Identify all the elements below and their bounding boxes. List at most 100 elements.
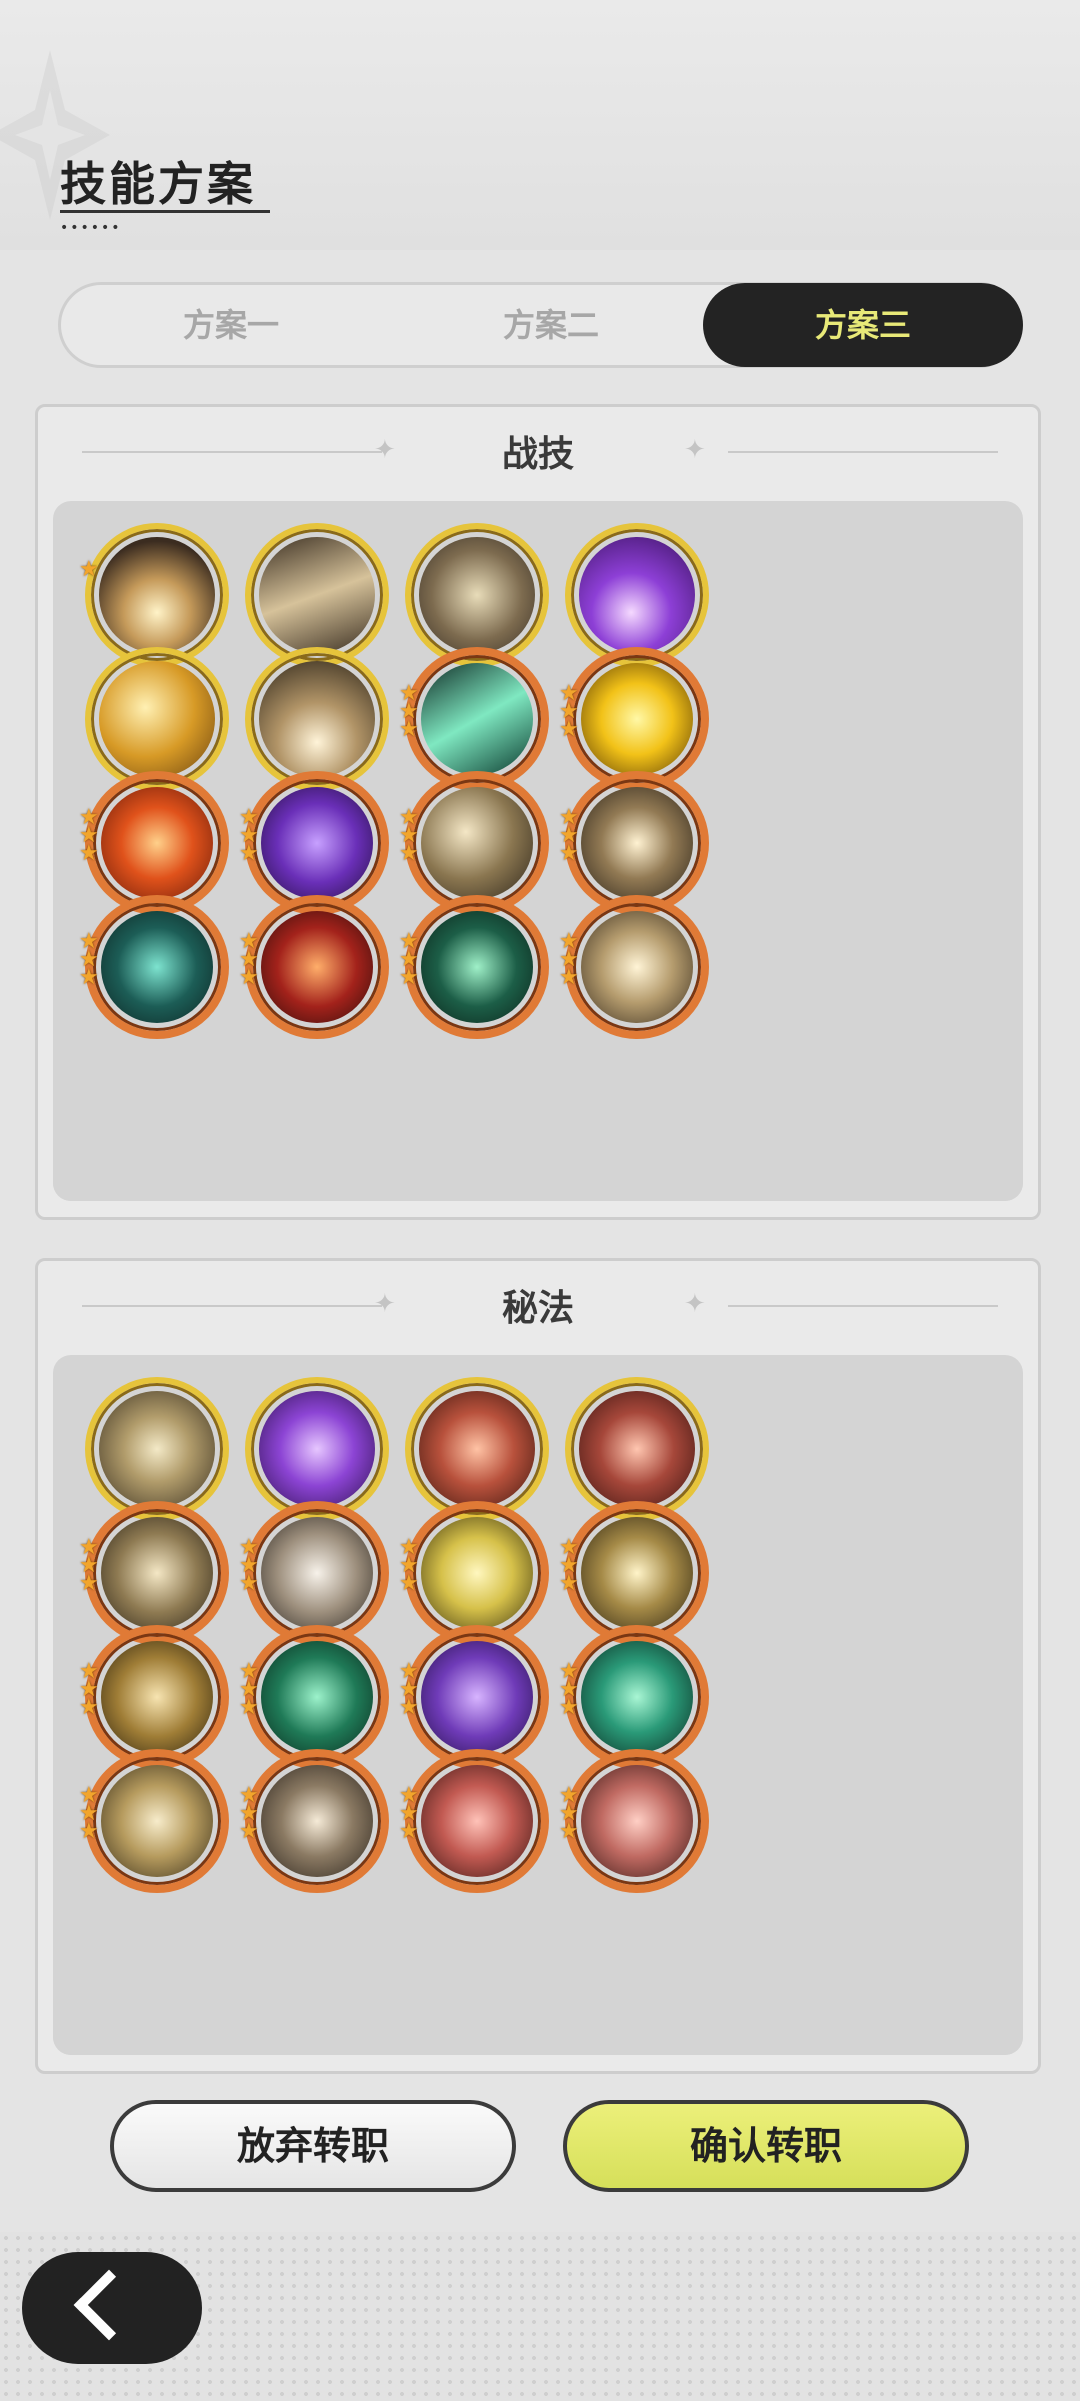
skill-artwork (261, 1517, 373, 1629)
scroll-fade (53, 1983, 1023, 2055)
heart-heal-arcane-icon[interactable] (245, 1625, 389, 1769)
rank-star-icon: ★ (399, 717, 419, 742)
moon-strike-skill-icon[interactable] (405, 771, 549, 915)
rank-star-icon: ★ (399, 1819, 419, 1844)
green-sword-skill-icon[interactable] (405, 895, 549, 1039)
back-button[interactable] (22, 2252, 202, 2364)
rank-star-icon: ★ (559, 717, 579, 742)
plan-tabs: 方案一 方案二 方案三 (58, 282, 1023, 368)
rank-star-icon: ★ (239, 841, 259, 866)
tab-plan-3[interactable]: 方案三 (703, 283, 1023, 367)
rank-star-icon: ★ (559, 965, 579, 990)
flame-arcane-icon[interactable] (245, 1749, 389, 1893)
rank-star-icon: ★ (559, 841, 579, 866)
rank-star-icon: ★ (559, 1571, 579, 1596)
rank-star-icon: ★ (79, 841, 99, 866)
rank-star-icon: ★ (399, 841, 419, 866)
green-dash-skill-icon[interactable] (405, 647, 549, 791)
gold-armor-arcane-icon[interactable] (85, 1625, 229, 1769)
skill-artwork (101, 787, 213, 899)
skill-artwork (99, 537, 215, 653)
skill-artwork (421, 787, 533, 899)
arcane-skills-panel: ✦ 秘法 ✦ ★ ★ ★ ★ ★ ★ ★ ★ ★ ★ ★ ★ ★ ★ ★ ★ ★ ★ ★ ★ ★ ★ ★ ★ ★ ★ ★ ★ ★ ★ ★ ★ ★… (35, 1258, 1041, 2074)
golem-arcane-icon[interactable] (85, 1501, 229, 1645)
slash-skill-icon[interactable] (245, 523, 389, 667)
red-beast-arcane-icon[interactable] (565, 1749, 709, 1893)
skill-artwork (99, 1391, 215, 1507)
red-gem-arcane-icon[interactable] (565, 1377, 709, 1521)
skill-artwork (261, 787, 373, 899)
rank-star-icon: ★ (239, 965, 259, 990)
rank-star-icon: ★ (559, 1819, 579, 1844)
header: 技能方案 •••••• (0, 0, 1080, 250)
vortex-arcane-icon[interactable] (565, 1501, 709, 1645)
spike-skill-icon[interactable] (245, 647, 389, 791)
purple-claw-skill-icon[interactable] (245, 771, 389, 915)
purple-sigil-arcane-icon[interactable] (245, 1377, 389, 1521)
skill-artwork (421, 1517, 533, 1629)
eye-arcane-icon[interactable] (85, 1377, 229, 1521)
rank-star-icon: ★ (79, 1819, 99, 1844)
red-slash-skill-icon[interactable] (245, 895, 389, 1039)
rank-star-icon: ★ (79, 1571, 99, 1596)
leap-attack-skill-icon[interactable] (565, 771, 709, 915)
divider (728, 451, 998, 453)
red-strike-arcane-icon[interactable] (405, 1749, 549, 1893)
rank-star-icon: ★ (239, 1571, 259, 1596)
title-dots: •••••• (60, 220, 122, 236)
sparkle-icon: ✦ (684, 435, 706, 465)
rank-star-icon: ★ (399, 1571, 419, 1596)
scroll-fade (53, 1129, 1023, 1201)
skill-artwork (101, 1765, 213, 1877)
page-title: 技能方案 (60, 157, 256, 211)
spirit-arcane-icon[interactable] (405, 1501, 549, 1645)
red-armor-arcane-icon[interactable] (405, 1377, 549, 1521)
tab-plan-2[interactable]: 方案二 (401, 285, 701, 365)
rank-star-icon: ★ (79, 557, 99, 582)
rank-star-icon: ★ (239, 1695, 259, 1720)
chevron-left-icon (73, 2269, 145, 2341)
skill-artwork (421, 911, 533, 1023)
purple-orb-skill-icon[interactable] (565, 523, 709, 667)
combat-skills-panel: ✦ 战技 ✦ ★ ★ ★ ★ ★ ★ ★ ★ ★ ★ ★ ★ ★ ★ ★ ★ ★ ★ ★ ★ ★ ★ ★ ★ ★ ★ ★ ★ ★ ★ ★ (35, 404, 1041, 1220)
skill-artwork (101, 911, 213, 1023)
skill-artwork (421, 1641, 533, 1753)
skill-artwork (421, 1765, 533, 1877)
rank-star-icon: ★ (79, 965, 99, 990)
divider (728, 1305, 998, 1307)
golden-swirl-skill-icon[interactable] (85, 647, 229, 791)
skill-artwork (419, 1391, 535, 1507)
rank-star-icon: ★ (239, 1819, 259, 1844)
skill-artwork (101, 1641, 213, 1753)
purple-beast-arcane-icon[interactable] (405, 1625, 549, 1769)
rank-star-icon: ★ (399, 1695, 419, 1720)
skill-artwork (581, 1765, 693, 1877)
skill-artwork (259, 1391, 375, 1507)
skill-artwork (581, 787, 693, 899)
skill-grid[interactable]: ★ ★ ★ ★ ★ ★ ★ ★ ★ ★ ★ ★ ★ ★ ★ ★ ★ ★ ★ ★ ★ ★ ★ ★ ★ ★ ★ ★ ★ ★ ★ (53, 501, 1023, 1201)
title-underline (60, 210, 270, 213)
tab-plan-1[interactable]: 方案一 (81, 285, 381, 365)
skill-artwork (259, 537, 375, 653)
skill-artwork (579, 537, 695, 653)
abandon-job-change-button[interactable]: 放弃转职 (110, 2100, 516, 2192)
skill-artwork (579, 1391, 695, 1507)
green-blade-arcane-icon[interactable] (565, 1625, 709, 1769)
rank-star-icon: ★ (79, 1695, 99, 1720)
skill-artwork (421, 663, 533, 775)
whirl-skill-icon[interactable] (405, 523, 549, 667)
explosion-skill-icon[interactable] (85, 523, 229, 667)
skill-artwork (259, 661, 375, 777)
confirm-job-change-button[interactable]: 确认转职 (563, 2100, 969, 2192)
arcane-grid[interactable]: ★ ★ ★ ★ ★ ★ ★ ★ ★ ★ ★ ★ ★ ★ ★ ★ ★ ★ ★ ★ ★ ★ ★ ★ ★ ★ ★ ★ ★ ★ ★ ★ ★ ★ ★ ★ (53, 1355, 1023, 2055)
skill-artwork (419, 537, 535, 653)
fire-rune-skill-icon[interactable] (85, 771, 229, 915)
skill-artwork (581, 911, 693, 1023)
skill-artwork (261, 911, 373, 1023)
teal-web-skill-icon[interactable] (85, 895, 229, 1039)
golden-blade-skill-icon[interactable] (565, 895, 709, 1039)
moon-heal-arcane-icon[interactable] (85, 1749, 229, 1893)
sword-pillar-arcane-icon[interactable] (245, 1501, 389, 1645)
golden-shield-skill-icon[interactable] (565, 647, 709, 791)
skill-artwork (261, 1765, 373, 1877)
